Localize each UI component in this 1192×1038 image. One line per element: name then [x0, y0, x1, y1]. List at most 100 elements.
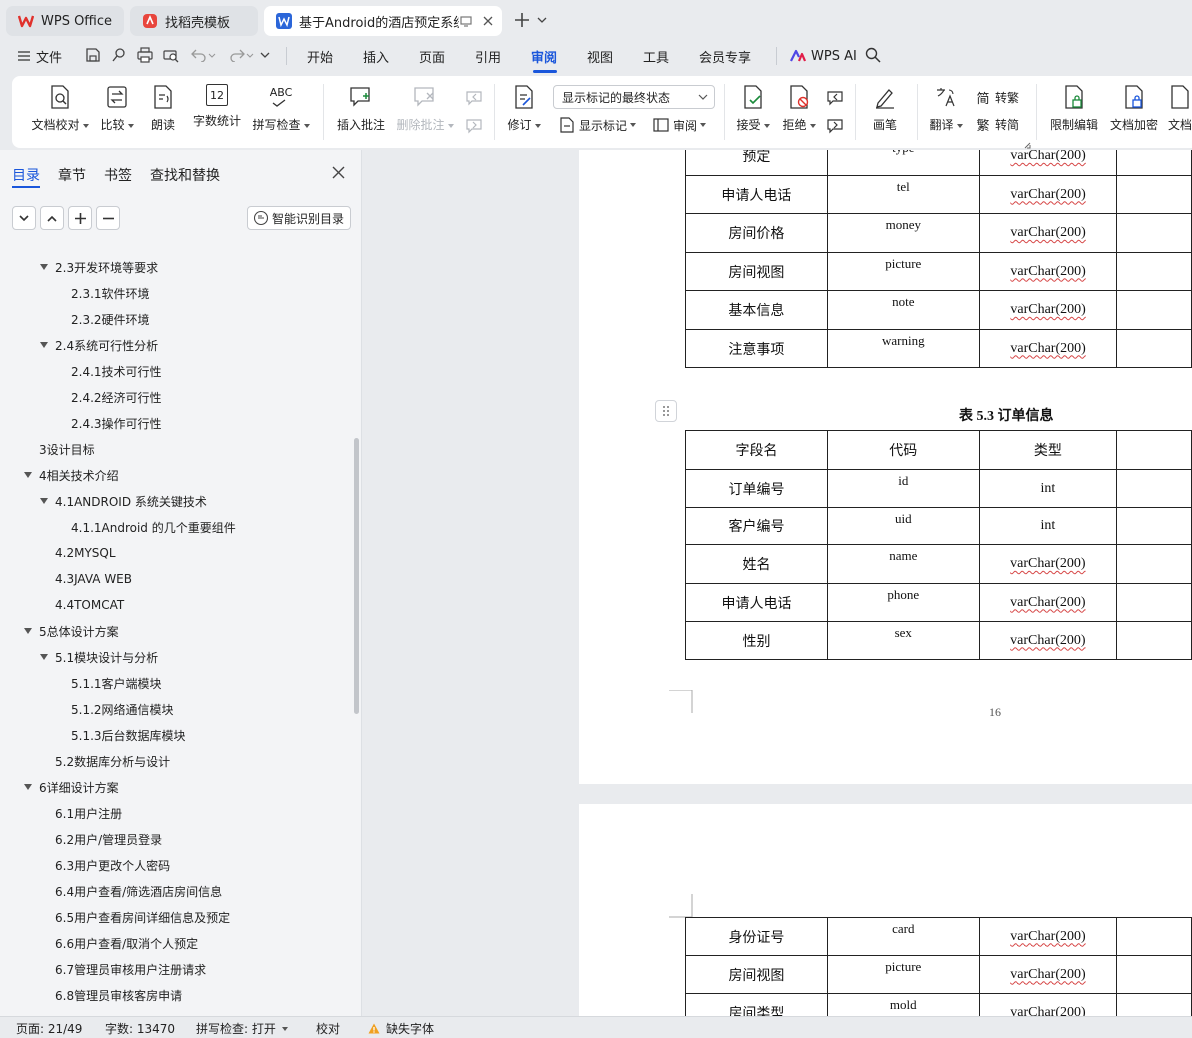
proofread-status[interactable]: 校对 [316, 1020, 340, 1037]
tab-wps-office[interactable]: WPS Office [6, 6, 124, 36]
table-cell-code[interactable]: sex [826, 621, 980, 660]
toc-item[interactable]: 2.3开发环境等要求 [39, 254, 158, 280]
table-cell-type[interactable]: int [978, 507, 1118, 545]
tab-bookmarks[interactable]: 书签 [104, 165, 132, 185]
toc-item[interactable]: 4相关技术介绍 [23, 462, 119, 488]
table-cell-type[interactable]: varChar(200) [978, 175, 1118, 214]
table-cell-extra[interactable] [1116, 175, 1192, 214]
to-traditional-button[interactable]: 简 转繁 [975, 87, 1019, 107]
toc-item[interactable]: 4.1ANDROID 系统关键技术 [39, 488, 207, 514]
menu-view[interactable]: 视图 [587, 47, 613, 66]
table-cell-code[interactable]: card [826, 917, 980, 956]
toc-item[interactable]: 5.1.3后台数据库模块 [71, 722, 186, 748]
word-count-button[interactable]: 12 字数统计 [190, 76, 244, 129]
table-cell-extra[interactable] [1116, 993, 1192, 1016]
table-cell-extra[interactable] [1116, 621, 1192, 660]
table-cell-code[interactable]: phone [826, 583, 980, 622]
table-cell-name[interactable]: 客户编号 [685, 507, 828, 545]
table-cell-extra[interactable] [1116, 469, 1192, 508]
table-header-cell[interactable]: 类型 [978, 430, 1118, 470]
undo-icon[interactable] [190, 46, 208, 64]
tab-sections[interactable]: 章节 [58, 165, 86, 185]
toc-item[interactable]: 5.1.2网络通信模块 [71, 696, 174, 722]
table-drag-handle[interactable] [655, 400, 677, 422]
table-cell-name[interactable]: 房间视图 [685, 252, 828, 291]
expand-all-button[interactable] [12, 206, 36, 230]
table-cell-extra[interactable] [1116, 329, 1192, 368]
table-cell-code[interactable]: picture [826, 955, 980, 994]
menu-reference[interactable]: 引用 [475, 47, 501, 66]
expand-triangle-icon[interactable] [39, 262, 49, 272]
table-cell-type[interactable]: varChar(200) [978, 252, 1118, 291]
toc-item[interactable]: 5.2数据库分析与设计 [55, 748, 170, 774]
toc-item[interactable]: 6.7管理员审核用户注册请求 [55, 956, 206, 982]
table-cell-name[interactable]: 姓名 [685, 544, 828, 584]
table-cell-code[interactable]: picture [826, 252, 980, 291]
toc-scrollbar-thumb[interactable] [354, 438, 359, 714]
missing-font-status[interactable]: 缺失字体 [368, 1020, 434, 1037]
toc-item[interactable]: 2.4.3操作可行性 [71, 410, 162, 436]
table-cell-type[interactable]: varChar(200) [978, 329, 1118, 368]
table-cell-code[interactable]: uid [826, 507, 980, 545]
undo-dropdown-icon[interactable] [207, 46, 217, 64]
table-cell-name[interactable]: 订单编号 [685, 469, 828, 508]
table-header-cell[interactable]: 代码 [826, 430, 980, 470]
smart-toc-button[interactable]: 智能识别目录 [247, 206, 351, 230]
toc-item[interactable]: 2.3.1软件环境 [71, 280, 150, 306]
menu-review[interactable]: 审阅 [531, 47, 557, 66]
table-cell-extra[interactable] [1116, 213, 1192, 253]
share-link-icon[interactable] [110, 46, 128, 64]
toc-item[interactable]: 2.4.1技术可行性 [71, 358, 162, 384]
accept-button[interactable]: 接受 [734, 76, 772, 133]
table-cell-code[interactable]: id [826, 469, 980, 508]
tab-find-replace[interactable]: 查找和替换 [150, 165, 220, 185]
redo-dropdown-icon[interactable] [245, 46, 255, 64]
table-cell-name[interactable]: 房间价格 [685, 213, 828, 253]
word-count[interactable]: 字数: 13470 [105, 1020, 175, 1037]
toc-item[interactable]: 5.1模块设计与分析 [39, 644, 158, 670]
menu-tools[interactable]: 工具 [643, 47, 669, 66]
toc-item[interactable]: 6.4用户查看/筛选酒店房间信息 [55, 878, 222, 904]
table-header-cell[interactable] [1116, 430, 1192, 470]
table-header-cell[interactable]: 字段名 [685, 430, 828, 470]
table-cell-type[interactable]: varChar(200) [978, 544, 1118, 584]
menu-member[interactable]: 会员专享 [699, 47, 751, 66]
expand-triangle-icon[interactable] [23, 626, 33, 636]
print-icon[interactable] [136, 46, 154, 64]
to-simplified-button[interactable]: 繁 转简 [975, 114, 1019, 134]
toc-item[interactable]: 5.1.1客户端模块 [71, 670, 162, 696]
markup-state-select[interactable]: 显示标记的最终状态 [553, 85, 715, 109]
table-cell-name[interactable]: 身份证号 [685, 917, 828, 956]
table-cell-extra[interactable] [1116, 150, 1192, 176]
toc-item[interactable]: 3设计目标 [39, 436, 95, 462]
table-cell-name[interactable]: 基本信息 [685, 290, 828, 330]
table-cell-type[interactable]: varChar(200) [978, 213, 1118, 253]
table-cell-extra[interactable] [1116, 955, 1192, 994]
toc-item[interactable]: 6.1用户注册 [55, 800, 122, 826]
chevron-down-icon[interactable] [536, 12, 548, 28]
expand-triangle-icon[interactable] [39, 340, 49, 350]
toc-item[interactable]: 4.1.1Android 的几个重要组件 [71, 514, 236, 540]
table-cell-type[interactable]: varChar(200) [978, 917, 1118, 956]
table-cell-code[interactable]: money [826, 213, 980, 253]
table-cell-code[interactable]: note [826, 290, 980, 330]
encrypt-button[interactable]: 文档加密 [1108, 76, 1160, 133]
pen-button[interactable]: 画笔 [870, 76, 900, 133]
save-icon[interactable] [84, 46, 102, 64]
toc-item[interactable]: 6.6用户查看/取消个人预定 [55, 930, 198, 956]
table-cell-type[interactable]: varChar(200) [978, 150, 1118, 176]
tab-document[interactable]: 基于Android的酒店预定系统 [264, 6, 502, 36]
table-cell-name[interactable]: 申请人电话 [685, 175, 828, 214]
print-preview-icon[interactable] [162, 46, 180, 64]
table-cell-type[interactable]: varChar(200) [978, 621, 1118, 660]
file-menu[interactable]: 文件 [18, 47, 62, 66]
menu-insert[interactable]: 插入 [363, 47, 389, 66]
table-cell-extra[interactable] [1116, 544, 1192, 584]
read-aloud-button[interactable]: 朗读 [148, 76, 178, 133]
close-icon[interactable] [332, 166, 346, 180]
toc-item[interactable]: 2.3.2硬件环境 [71, 306, 150, 332]
table-cell-extra[interactable] [1116, 507, 1192, 545]
menu-start[interactable]: 开始 [307, 47, 333, 66]
expand-triangle-icon[interactable] [39, 496, 49, 506]
expand-triangle-icon[interactable] [23, 470, 33, 480]
